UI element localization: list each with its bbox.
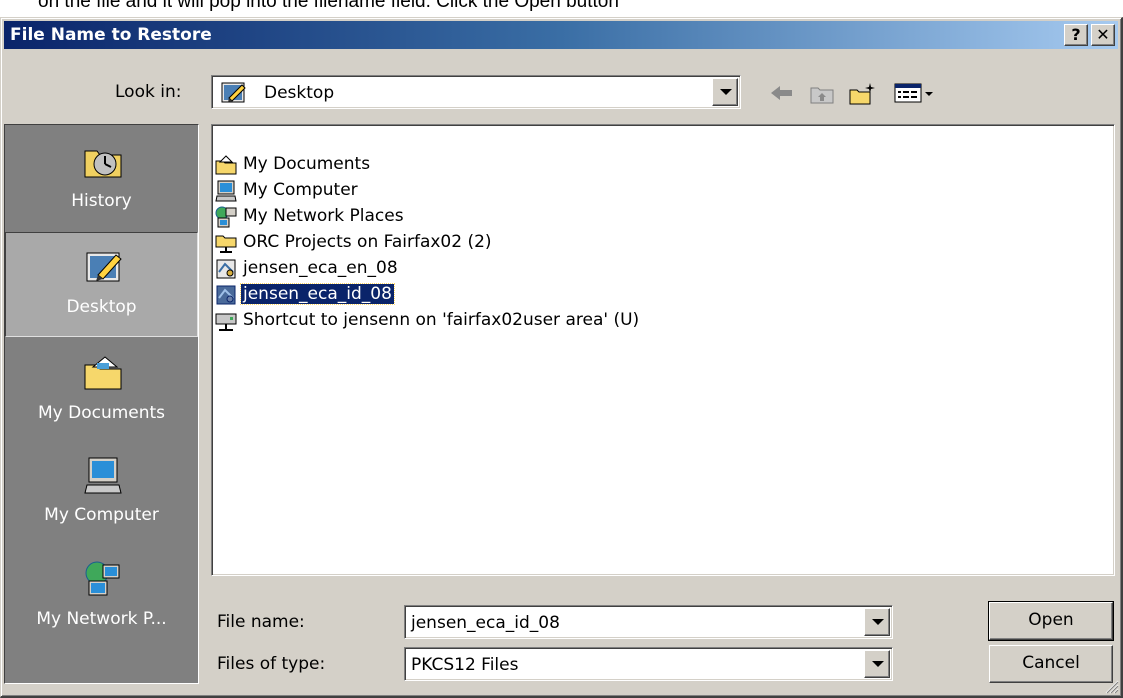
resize-grip-icon[interactable] (1101, 676, 1119, 694)
places-desktop-label: Desktop (66, 297, 137, 317)
desktop-icon (86, 252, 122, 282)
file-type-select[interactable]: PKCS12 Files (404, 647, 893, 681)
network-drive-icon (215, 313, 237, 331)
network-places-icon (85, 561, 120, 596)
look-in-value: Desktop (264, 83, 335, 103)
certificate-file-icon (216, 259, 236, 279)
view-menu-icon[interactable] (893, 80, 937, 106)
look-in-label: Look in: (115, 82, 182, 102)
file-type-label: Files of type: (217, 654, 326, 674)
instruction-caption: on the file and it will pop into the fil… (38, 0, 619, 12)
places-network-label: My Network P... (36, 609, 167, 629)
history-icon (84, 150, 122, 178)
my-documents-icon (215, 155, 237, 175)
open-button[interactable]: Open (988, 601, 1114, 641)
help-button[interactable]: ? (1064, 24, 1088, 46)
file-name-combobox[interactable]: jensen_eca_id_08 (404, 605, 893, 639)
file-type-value: PKCS12 Files (411, 655, 519, 675)
file-name-input[interactable]: jensen_eca_id_08 (411, 613, 560, 633)
new-folder-icon[interactable] (847, 80, 877, 106)
places-history[interactable]: History (5, 127, 198, 232)
file-name-dropdown-button[interactable] (864, 608, 890, 636)
title-bar[interactable]: File Name to Restore ? ✕ (4, 21, 1118, 49)
certificate-file-icon (216, 285, 236, 305)
cancel-button[interactable]: Cancel (989, 645, 1113, 683)
places-my-documents-label: My Documents (37, 403, 166, 423)
places-my-documents[interactable]: My Documents (5, 339, 198, 444)
places-my-computer[interactable]: My Computer (5, 441, 198, 546)
file-list[interactable]: My Documents My Computer My Network Plac… (211, 124, 1115, 576)
places-network[interactable]: My Network P... (5, 545, 198, 650)
my-computer-icon (215, 180, 237, 202)
look-in-dropdown[interactable]: Desktop (211, 75, 741, 109)
places-history-label: History (71, 191, 132, 211)
network-folder-icon (215, 235, 237, 253)
file-dialog-window: File Name to Restore ? ✕ Look in: Deskto… (0, 17, 1123, 698)
close-button[interactable]: ✕ (1091, 24, 1115, 46)
file-type-dropdown-button[interactable] (864, 650, 890, 678)
back-arrow-icon[interactable] (767, 80, 797, 106)
look-in-dropdown-button[interactable] (712, 78, 738, 106)
my-computer-icon (84, 457, 122, 494)
places-desktop[interactable]: Desktop (5, 232, 198, 337)
places-bar: History Desktop My Documents My Computer… (4, 124, 199, 684)
desktop-icon (221, 82, 246, 103)
my-documents-icon (84, 356, 122, 390)
window-title: File Name to Restore (10, 25, 212, 45)
network-places-icon (215, 206, 237, 228)
file-name-label: File name: (217, 612, 305, 632)
places-my-computer-label: My Computer (44, 505, 159, 525)
up-folder-icon[interactable] (807, 80, 837, 106)
